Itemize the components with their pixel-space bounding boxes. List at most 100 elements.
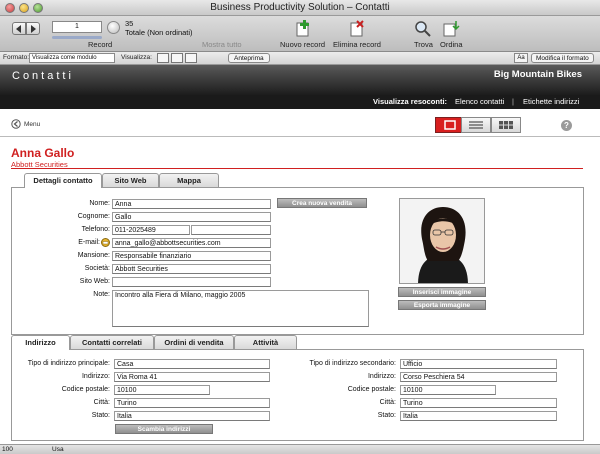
title-bar: Business Productivity Solution – Contatt… bbox=[0, 0, 600, 16]
form-view-toggle[interactable] bbox=[157, 53, 169, 63]
phone-field[interactable]: 011-2025489 bbox=[112, 225, 190, 235]
tab-address[interactable]: Indirizzo bbox=[11, 335, 70, 350]
menu-link[interactable]: Menu bbox=[24, 121, 40, 128]
edit-layout-button[interactable]: Modifica il formato bbox=[531, 53, 594, 63]
view-label: Visualizza: bbox=[121, 54, 152, 61]
found-set-pie-icon bbox=[107, 21, 120, 34]
zoom-level[interactable]: 100 bbox=[2, 446, 13, 453]
secondary-street-label: Indirizzo: bbox=[367, 373, 396, 380]
primary-type-label: Tipo di indirizzo principale: bbox=[27, 360, 110, 367]
text-format-button[interactable]: Aa bbox=[514, 53, 528, 63]
list-view-toggle[interactable] bbox=[171, 53, 183, 63]
job-title-label: Mansione: bbox=[77, 252, 110, 259]
primary-state-field[interactable]: Italia bbox=[114, 411, 270, 421]
module-title: Contatti bbox=[12, 70, 74, 82]
new-record-icon bbox=[296, 20, 309, 37]
table-view-button[interactable] bbox=[491, 117, 521, 133]
table-view-toggle[interactable] bbox=[185, 53, 197, 63]
phone-extra-field[interactable] bbox=[191, 225, 271, 235]
last-name-field[interactable]: Gallo bbox=[112, 212, 271, 222]
first-name-label: Nome: bbox=[89, 200, 110, 207]
current-record-input[interactable]: 1 bbox=[52, 21, 102, 33]
secondary-type-field[interactable]: Ufficio bbox=[400, 359, 557, 369]
mode-label[interactable]: Usa bbox=[52, 446, 64, 453]
new-sale-button[interactable]: Crea nuova vendita bbox=[277, 198, 367, 208]
record-slider[interactable] bbox=[52, 36, 102, 39]
new-record-label: Nuovo record bbox=[280, 40, 326, 49]
secondary-city-field[interactable]: Turino bbox=[400, 398, 557, 408]
list-view-icon bbox=[469, 121, 483, 129]
sort-button[interactable]: Ordina bbox=[440, 20, 463, 49]
back-menu-icon[interactable] bbox=[11, 119, 21, 129]
tab-activities[interactable]: Attività bbox=[234, 335, 297, 349]
divider bbox=[11, 168, 583, 169]
delete-record-button[interactable]: Elimina record bbox=[333, 20, 381, 49]
company-field[interactable]: Abbott Securities bbox=[112, 264, 271, 274]
tab-related-contacts[interactable]: Contatti correlati bbox=[70, 335, 154, 349]
primary-street-field[interactable]: Via Roma 41 bbox=[114, 372, 270, 382]
tab-contact-details[interactable]: Dettagli contatto bbox=[24, 173, 102, 188]
show-all-icon bbox=[213, 20, 231, 38]
tab-map[interactable]: Mappa bbox=[159, 173, 219, 187]
show-all-button[interactable]: Mostra tutto bbox=[202, 20, 242, 49]
primary-city-field[interactable]: Turino bbox=[114, 398, 270, 408]
phone-label: Telefono: bbox=[81, 226, 110, 233]
sort-icon bbox=[443, 21, 460, 37]
delete-record-icon bbox=[350, 20, 364, 37]
delete-record-label: Elimina record bbox=[333, 40, 381, 49]
status-toolbar: 1 Record 35 Totale (Non ordinati) Mostra… bbox=[0, 16, 600, 52]
secondary-type-label: Tipo di indirizzo secondario: bbox=[309, 360, 396, 367]
contact-list-link[interactable]: Elenco contatti bbox=[455, 97, 504, 106]
form-view-icon bbox=[444, 120, 456, 130]
list-view-button[interactable] bbox=[461, 117, 491, 133]
swap-addresses-button[interactable]: Scambia indirizzi bbox=[115, 424, 213, 434]
help-icon[interactable]: ? bbox=[561, 120, 572, 131]
email-field[interactable]: anna_gallo@abbottsecurities.com bbox=[112, 238, 271, 248]
insert-image-button[interactable]: Inserisci immagine bbox=[398, 287, 486, 297]
secondary-state-field[interactable]: Italia bbox=[400, 411, 557, 421]
export-image-button[interactable]: Esporta immagine bbox=[398, 300, 486, 310]
total-records: 35 bbox=[125, 19, 134, 28]
layout-select[interactable]: Visualizza come modulo bbox=[29, 53, 115, 63]
notes-label: Note: bbox=[93, 291, 110, 298]
find-button[interactable]: Trova bbox=[414, 20, 433, 49]
layout-bar: Formato: Visualizza come modulo Visualiz… bbox=[0, 52, 600, 65]
primary-state-label: Stato: bbox=[91, 412, 110, 419]
reports-bar: Visualizza resoconti: Elenco contatti | … bbox=[0, 95, 600, 109]
primary-zip-label: Codice postale: bbox=[61, 386, 110, 393]
email-label: E-mail: bbox=[78, 239, 100, 246]
status-bar: 100 Usa bbox=[0, 444, 600, 454]
next-record-button[interactable] bbox=[26, 22, 40, 35]
email-icon[interactable] bbox=[101, 238, 110, 247]
record-status: Totale (Non ordinati) bbox=[125, 28, 193, 37]
website-field[interactable] bbox=[112, 277, 271, 287]
contact-name: Anna Gallo bbox=[11, 146, 75, 160]
portrait-image bbox=[400, 199, 484, 283]
secondary-street-field[interactable]: Corso Peschiera 54 bbox=[400, 372, 557, 382]
tab-sales-orders[interactable]: Ordini di vendita bbox=[154, 335, 234, 349]
primary-city-label: Città: bbox=[93, 399, 110, 406]
new-record-button[interactable]: Nuovo record bbox=[280, 20, 325, 49]
secondary-city-label: Città: bbox=[379, 399, 396, 406]
job-title-field[interactable]: Responsabile finanziario bbox=[112, 251, 271, 261]
secondary-zip-field[interactable]: 10100 bbox=[400, 385, 496, 395]
primary-street-label: Indirizzo: bbox=[81, 373, 110, 380]
table-view-icon bbox=[499, 121, 513, 129]
arrow-left-icon bbox=[16, 25, 21, 33]
find-label: Trova bbox=[414, 40, 433, 49]
secondary-zip-label: Codice postale: bbox=[347, 386, 396, 393]
tab-website[interactable]: Sito Web bbox=[102, 173, 159, 187]
link-separator: | bbox=[512, 97, 514, 106]
contact-photo[interactable] bbox=[399, 198, 485, 284]
primary-type-field[interactable]: Casa bbox=[114, 359, 270, 369]
primary-zip-field[interactable]: 10100 bbox=[114, 385, 210, 395]
magnifier-icon bbox=[415, 21, 432, 37]
record-label: Record bbox=[88, 40, 113, 49]
website-label: Sito Web: bbox=[79, 278, 110, 285]
previous-record-button[interactable] bbox=[12, 22, 26, 35]
notes-field[interactable]: Incontro alla Fiera di Milano, maggio 20… bbox=[112, 290, 369, 327]
reports-label: Visualizza resoconti: bbox=[373, 97, 448, 106]
first-name-field[interactable]: Anna bbox=[112, 199, 271, 209]
preview-button[interactable]: Anteprima bbox=[228, 53, 270, 63]
address-labels-link[interactable]: Etichette indirizzi bbox=[523, 97, 579, 106]
